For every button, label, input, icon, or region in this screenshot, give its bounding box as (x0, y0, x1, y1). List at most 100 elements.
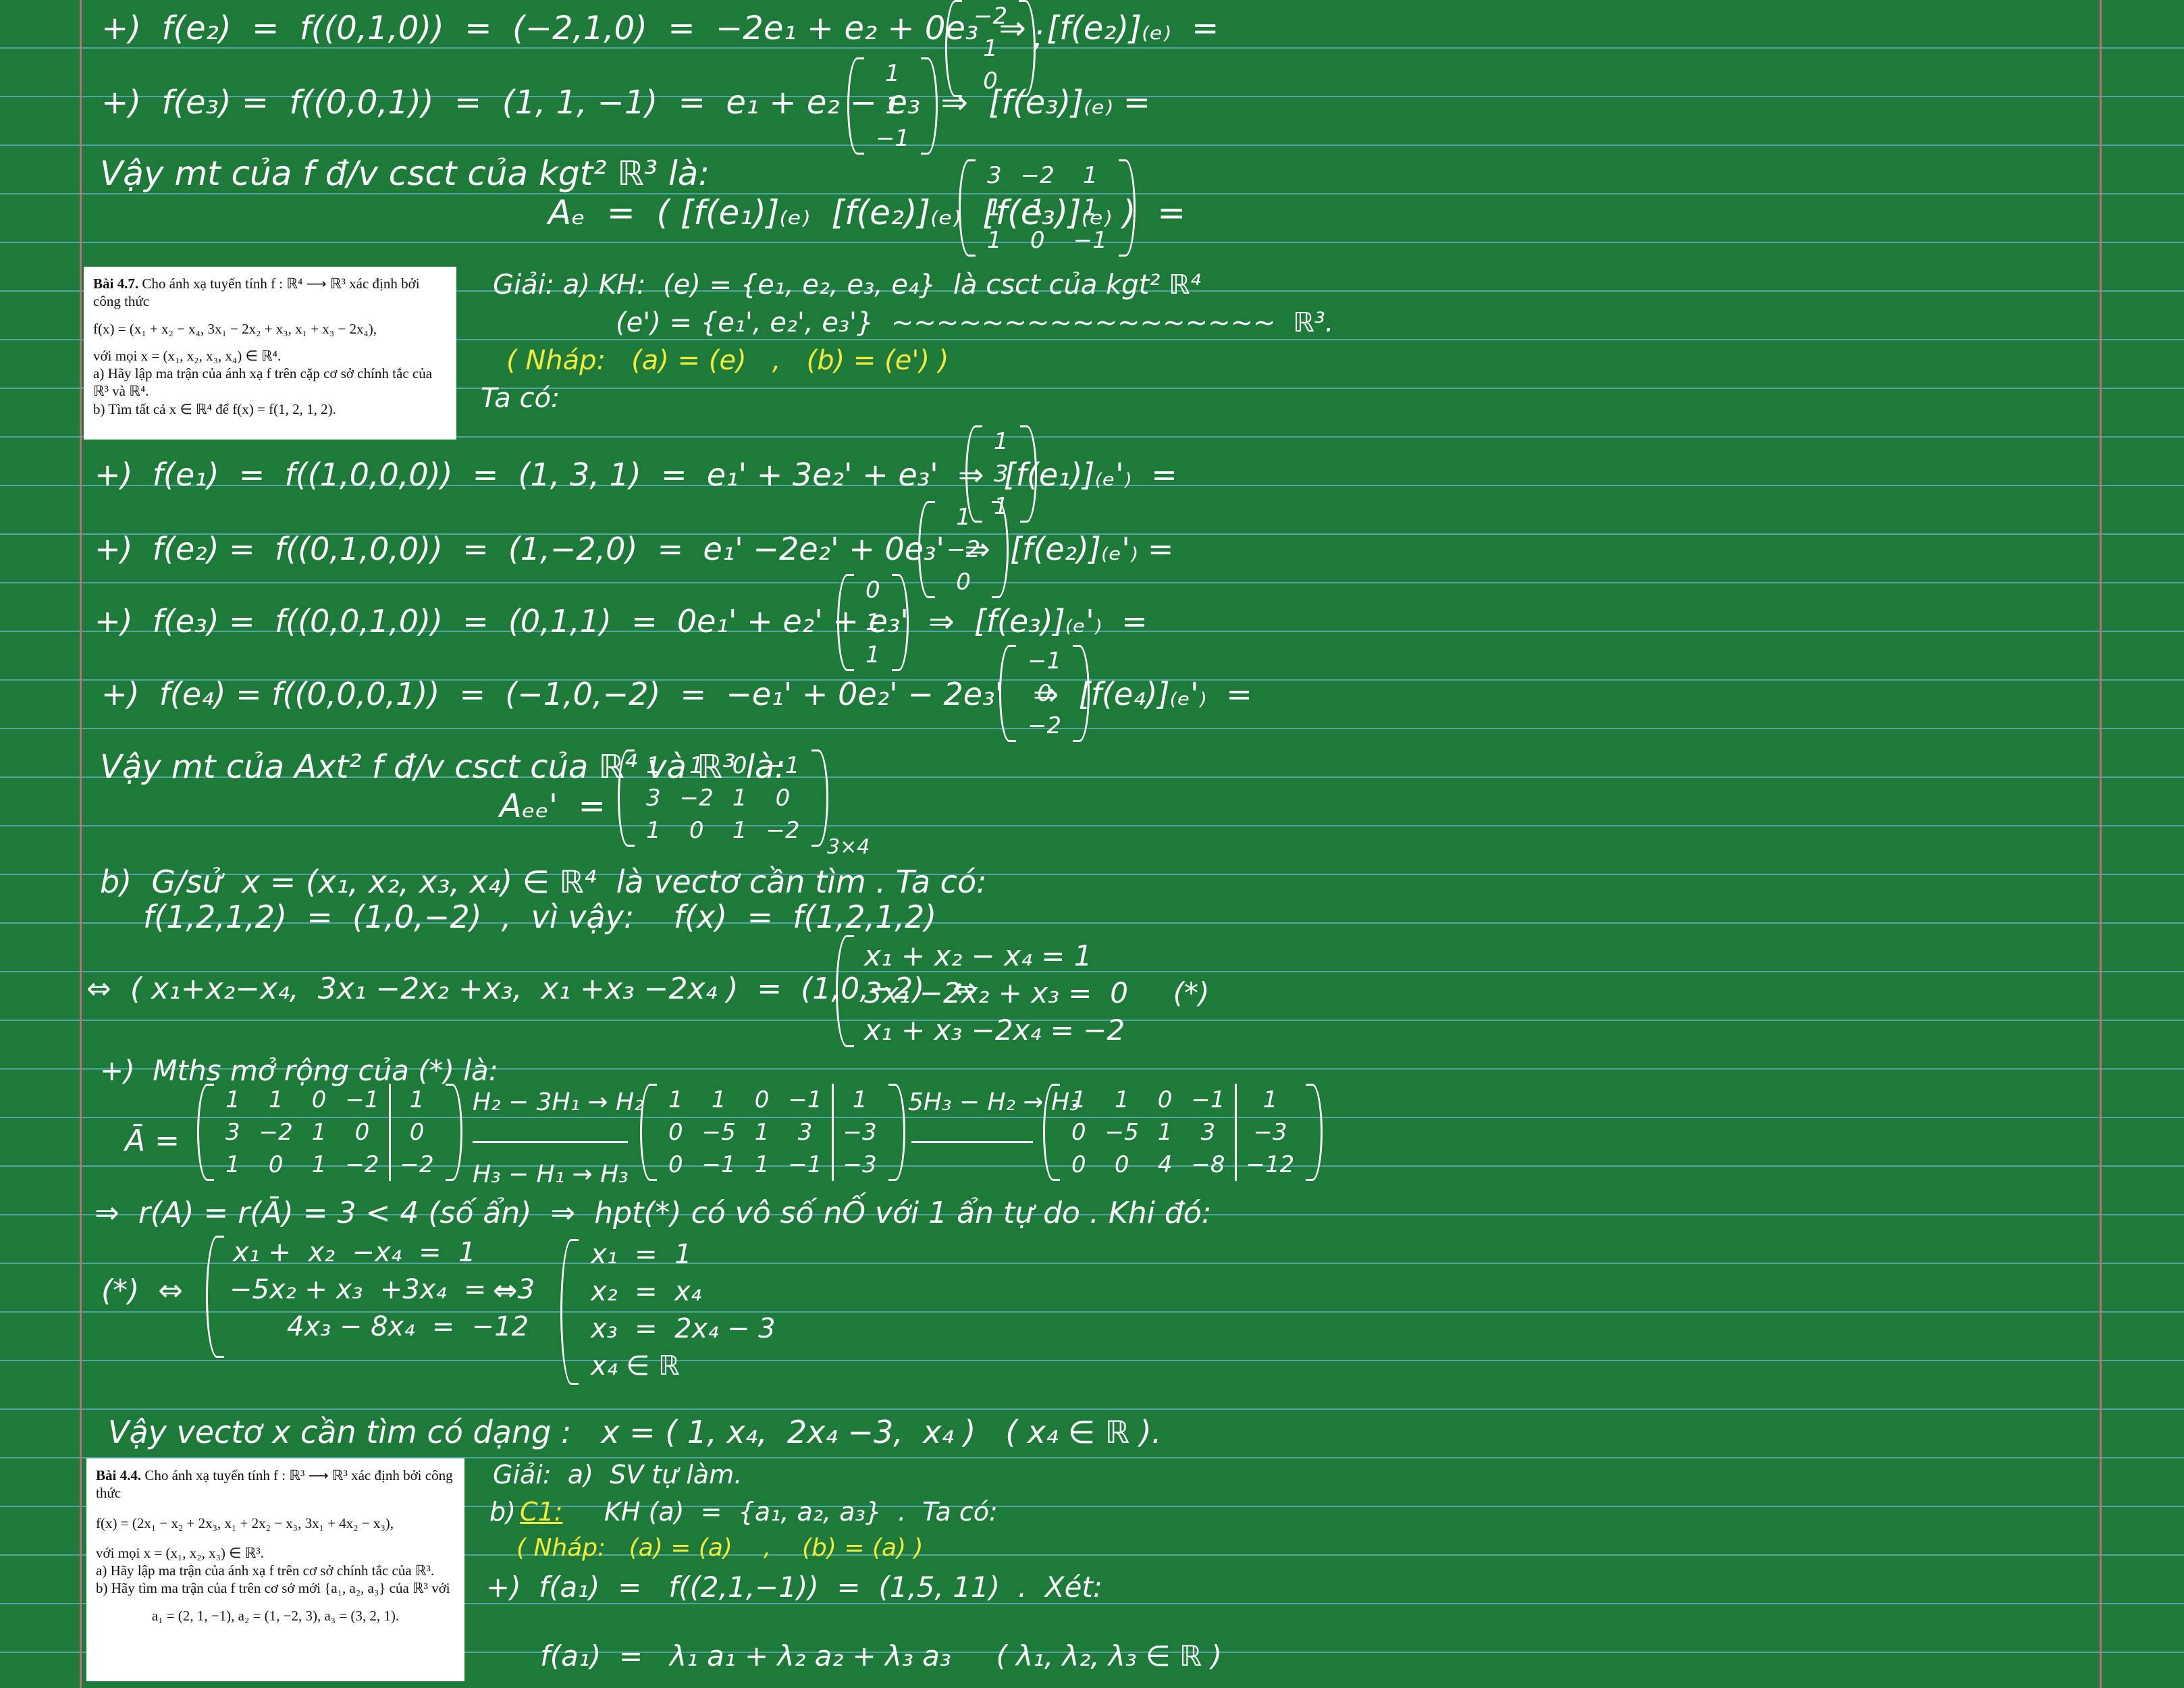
matrix-row: 1 1 0 −1 1 (216, 1084, 444, 1116)
matrix-row: −1 (1018, 645, 1071, 677)
matrix-entry: 1 (311, 1151, 327, 1178)
line-f-e3p: +) f(e₃) = f((0,0,1,0)) = (0,1,1) = 0e₁'… (95, 603, 1148, 639)
matrix-entry: −5 (701, 1119, 736, 1146)
bracket-right (891, 574, 909, 671)
arrow-2 (911, 1141, 1033, 1143)
matrix-entry: 1 (754, 1151, 770, 1178)
matrix-entry: 1 (689, 752, 704, 779)
matrix-entry: 0 (388, 1116, 444, 1149)
problem-statement: Cho ánh xạ tuyến tính f : ℝ³ ⟶ ℝ³ xác đị… (96, 1467, 453, 1502)
matrix-entry: 1 (388, 1084, 444, 1116)
matrix-augmented-1: 1 1 0 −1 1 3 −2 1 0 0 1 0 1 −2 −2 (197, 1084, 462, 1181)
matrix-entry: 1 (1083, 194, 1098, 221)
matrix-row: −1 (866, 122, 919, 155)
matrix-row: 1 (866, 90, 919, 122)
system-brace (836, 935, 854, 1047)
matrix-entry: 0 (1157, 1086, 1173, 1113)
matrix-f-e2: −2 1 0 (945, 0, 1036, 97)
matrix-entry: 1 (865, 641, 880, 668)
bracket-right (1019, 425, 1037, 523)
matrix-entry: 0 (1071, 1119, 1086, 1146)
notes-canvas: { "lines": { "l1": "+) f(e\u2082) = f((0… (0, 0, 2184, 1688)
matrix-entry: 3 (797, 1119, 813, 1146)
problem-formula: f(x) = (2x₁ − x₂ + 2x₃, x₁ + 2x₂ − x₃, 3… (96, 1514, 394, 1531)
matrix-entry: 1 (754, 1119, 770, 1146)
nhap-1: ( Nháp: (a) = (e) , (b) = (e') ) (506, 345, 949, 376)
matrix-entry: 4 (1157, 1151, 1173, 1178)
matrix-entry: 0 (754, 1086, 770, 1113)
line-f-e2: +) f(e₂) = f((0,1,0)) = (−2,1,0) = −2e₁ … (101, 9, 1219, 47)
matrix-row: 0 (937, 566, 990, 598)
matrix-entry: 1 (831, 1084, 886, 1116)
matrix-row: −2 (1018, 710, 1071, 742)
matrix-entry: 0 (775, 785, 791, 812)
matrix-entry: −8 (1191, 1151, 1225, 1178)
bracket-left (918, 501, 935, 598)
matrix-entry: −1 (788, 1151, 822, 1178)
problem-title: Bài 4.7. (93, 275, 139, 292)
matrix-row: −2 (937, 533, 990, 566)
problem-basis: a₁ = (2, 1, −1), a₂ = (1, −2, 3), a₃ = (… (151, 1607, 400, 1624)
matrix-entry: 1 (956, 504, 971, 531)
matrix-entry: 1 (711, 1086, 726, 1113)
matrix-table: 1 1 0 −1 3 −2 1 0 1 0 1 −2 (637, 749, 809, 847)
bracket-left (999, 645, 1016, 742)
reduced-eq3: 4x₃ − 8x₄ = −12 (287, 1311, 529, 1342)
matrix-entry: −1 (766, 752, 800, 779)
matrix-row: 0 −1 1 −1 −3 (659, 1149, 886, 1181)
matrix-entry: −1 (701, 1151, 736, 1178)
matrix-row: 1 (937, 501, 990, 533)
matrix-entry: 3 (994, 460, 1009, 487)
matrix-Ae: 3 −2 1 1 1 1 1 0 −1 (959, 159, 1136, 257)
matrix-entry: 1 (311, 1119, 327, 1146)
matrix-row: 1 0 1 −2 (637, 814, 809, 847)
line-f-e3: +) f(e₃) = f((0,0,1)) = (1, 1, −1) = e₁ … (101, 84, 1151, 122)
matrix-entry: 0 (1071, 1151, 1086, 1178)
line-f-a1-combination: f(a₁) = λ₁ a₁ + λ₂ a₂ + λ₃ a₃ ( λ₁, λ₂, … (540, 1639, 1222, 1672)
matrix-table: 3 −2 1 1 1 1 1 0 −1 (978, 159, 1117, 257)
matrix-entry: −2 (388, 1149, 444, 1181)
matrix-entry: 1 (885, 60, 900, 87)
matrix-row: 1 (856, 606, 890, 639)
matrix-row: 0 0 4 −8 −12 (1062, 1149, 1304, 1181)
matrix-entry: 1 (268, 1086, 284, 1113)
bracket-right (1306, 1084, 1323, 1181)
matrix-row: 1 (856, 639, 890, 671)
matrix-f-e4p: −1 0 −2 (999, 645, 1090, 742)
matrix-entry: 1 (225, 1151, 240, 1178)
matrix-entry: 1 (987, 227, 1002, 254)
equiv-sign: ⇔ (493, 1273, 518, 1308)
matrix-entry: −1 (345, 1086, 379, 1113)
bracket-left (618, 749, 635, 847)
matrix-row: 0 (856, 574, 890, 606)
matrix-row: 3 (984, 458, 1018, 490)
solution-x2: x₂ = x₄ (591, 1276, 701, 1307)
bracket-left (847, 57, 864, 155)
matrix-entry: −1 (876, 125, 910, 152)
matrix-entry: 1 (1157, 1119, 1173, 1146)
bracket-left (959, 159, 976, 257)
system-eq2: 3x₁ −2x₂ + x₃ = 0 (*) (864, 976, 1210, 1009)
matrix-entry: 1 (1114, 1086, 1129, 1113)
conclusion-1: Vậy mt của f đ/v csct của kgt² ℝ³ là: (100, 154, 710, 193)
matrix-entry: 3 (1200, 1119, 1216, 1146)
row-op-2: H₃ − H₁ → H₃ (473, 1161, 629, 1188)
matrix-entry: −3 (831, 1116, 886, 1149)
matrix-entry: 0 (668, 1151, 683, 1178)
matrix-table: −2 1 0 (964, 0, 1017, 97)
bracket-left (945, 0, 962, 97)
bracket-right (1118, 159, 1136, 257)
matrix-entry: −3 (831, 1149, 886, 1181)
matrix-table: 1 1 0 −1 1 3 −2 1 0 0 1 0 1 −2 −2 (216, 1084, 444, 1181)
matrix-entry: 0 (354, 1119, 370, 1146)
part-b-line2: f(1,2,1,2) = (1,0,−2) , vì vậy: f(x) = f… (143, 899, 937, 935)
giai-1a: Giải: a) KH: (e) = {e₁, e₂, e₃, e₄} là c… (493, 269, 1201, 300)
matrix-entry: −3 (1234, 1116, 1304, 1149)
matrix-entry: 3 (987, 162, 1002, 189)
reduced-brace (206, 1236, 224, 1358)
rank-line: ⇒ r(A) = r(Ā) = 3 < 4 (số ẩn) ⇒ hpt(*) c… (95, 1196, 1212, 1230)
star-equiv: (*) ⇔ (101, 1273, 184, 1308)
matrix-entry: 0 (956, 569, 971, 596)
reduced-eq1: x₁ + x₂ −x₄ = 1 (233, 1237, 476, 1268)
left-margin-line (80, 0, 82, 1688)
